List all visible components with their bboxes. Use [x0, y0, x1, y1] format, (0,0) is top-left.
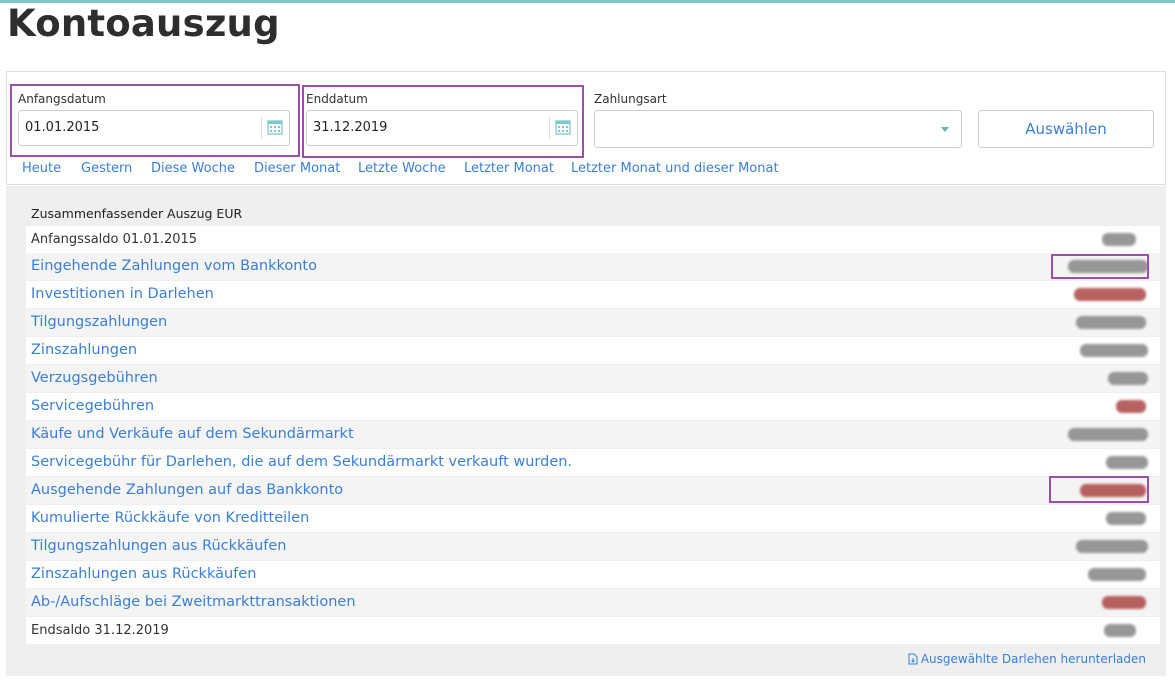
- redacted-value: [1076, 540, 1148, 553]
- end-date-value: 31.12.2019: [313, 120, 388, 135]
- row-link[interactable]: Investitionen in Darlehen: [31, 281, 214, 308]
- document-download-icon: [908, 653, 918, 665]
- quick-link-today[interactable]: Heute: [22, 161, 61, 176]
- calendar-icon[interactable]: [267, 119, 283, 135]
- redacted-value: [1080, 484, 1146, 497]
- summary-row-closing-balance: Endsaldo 31.12.2019: [26, 617, 1160, 644]
- start-date-label: Anfangsdatum: [18, 92, 106, 106]
- download-label: Ausgewählte Darlehen herunterladen: [920, 652, 1146, 666]
- summary-row-incoming[interactable]: Eingehende Zahlungen vom Bankkonto: [26, 253, 1160, 280]
- summary-row-interest[interactable]: Zinszahlungen: [26, 337, 1160, 364]
- summary-row-late-fees[interactable]: Verzugsgebühren: [26, 365, 1160, 392]
- redacted-value: [1080, 344, 1148, 357]
- summary-row-outgoing[interactable]: Ausgehende Zahlungen auf das Bankkonto: [26, 477, 1160, 504]
- summary-row-premiums[interactable]: Ab-/Aufschläge bei Zweitmarkttransaktion…: [26, 589, 1160, 616]
- payment-type-select[interactable]: [594, 110, 962, 148]
- row-link[interactable]: Eingehende Zahlungen vom Bankkonto: [31, 253, 317, 280]
- row-link[interactable]: Tilgungszahlungen: [31, 309, 167, 336]
- summary-row-buybacks[interactable]: Kumulierte Rückkäufe von Kreditteilen: [26, 505, 1160, 532]
- start-date-value: 01.01.2015: [25, 120, 100, 135]
- quick-link-last-and-this-month[interactable]: Letzter Monat und dieser Monat: [571, 161, 779, 176]
- row-link[interactable]: Ausgehende Zahlungen auf das Bankkonto: [31, 477, 343, 504]
- payment-type-label: Zahlungsart: [594, 92, 667, 106]
- quick-link-last-month[interactable]: Letzter Monat: [464, 161, 554, 176]
- summary-row-buyback-interest[interactable]: Zinszahlungen aus Rückkäufen: [26, 561, 1160, 588]
- redacted-value: [1106, 512, 1146, 525]
- row-link[interactable]: Verzugsgebühren: [31, 365, 158, 392]
- summary-row-buyback-principal[interactable]: Tilgungszahlungen aus Rückkäufen: [26, 533, 1160, 560]
- start-date-input[interactable]: 01.01.2015: [18, 110, 290, 146]
- quick-link-this-month[interactable]: Dieser Monat: [254, 161, 340, 176]
- redacted-value: [1068, 428, 1148, 441]
- redacted-value: [1116, 400, 1146, 413]
- divider: [261, 117, 262, 139]
- end-date-input[interactable]: 31.12.2019: [306, 110, 578, 146]
- redacted-value: [1068, 260, 1148, 273]
- row-link[interactable]: Zinszahlungen aus Rückkäufen: [31, 561, 256, 588]
- row-link[interactable]: Zinszahlungen: [31, 337, 137, 364]
- download-selected-loans-link[interactable]: Ausgewählte Darlehen herunterladen: [908, 652, 1146, 666]
- quick-link-this-week[interactable]: Diese Woche: [151, 161, 235, 176]
- redacted-value: [1088, 568, 1146, 581]
- redacted-value: [1106, 456, 1148, 469]
- summary-row-principal[interactable]: Tilgungszahlungen: [26, 309, 1160, 336]
- summary-row-secondary-market[interactable]: Käufe und Verkäufe auf dem Sekundärmarkt: [26, 421, 1160, 448]
- select-button[interactable]: Auswählen: [978, 110, 1154, 148]
- calendar-icon[interactable]: [555, 119, 571, 135]
- redacted-value: [1102, 596, 1146, 609]
- redacted-value: [1104, 624, 1136, 637]
- row-label: Anfangssaldo 01.01.2015: [31, 232, 198, 247]
- page-title: Kontoauszug: [7, 2, 280, 45]
- quick-link-last-week[interactable]: Letzte Woche: [358, 161, 446, 176]
- chevron-down-icon: [941, 127, 949, 132]
- quick-link-yesterday[interactable]: Gestern: [81, 161, 132, 176]
- summary-title: Zusammenfassender Auszug EUR: [31, 206, 243, 221]
- redacted-value: [1108, 372, 1148, 385]
- summary-panel: Zusammenfassender Auszug EUR Anfangssald…: [6, 186, 1166, 676]
- divider: [549, 117, 550, 139]
- end-date-label: Enddatum: [306, 92, 368, 106]
- row-link[interactable]: Servicegebühr für Darlehen, die auf dem …: [31, 449, 572, 476]
- redacted-value: [1074, 288, 1146, 301]
- redacted-value: [1102, 233, 1136, 246]
- summary-row-secondary-fee[interactable]: Servicegebühr für Darlehen, die auf dem …: [26, 449, 1160, 476]
- summary-row-opening-balance: Anfangssaldo 01.01.2015: [26, 226, 1160, 253]
- row-link[interactable]: Kumulierte Rückkäufe von Kreditteilen: [31, 505, 309, 532]
- redacted-value: [1076, 316, 1146, 329]
- row-link[interactable]: Ab-/Aufschläge bei Zweitmarkttransaktion…: [31, 589, 356, 616]
- row-label: Endsaldo 31.12.2019: [31, 623, 169, 638]
- summary-row-service-fees[interactable]: Servicegebühren: [26, 393, 1160, 420]
- row-link[interactable]: Servicegebühren: [31, 393, 154, 420]
- row-link[interactable]: Käufe und Verkäufe auf dem Sekundärmarkt: [31, 421, 354, 448]
- summary-row-investments[interactable]: Investitionen in Darlehen: [26, 281, 1160, 308]
- row-link[interactable]: Tilgungszahlungen aus Rückkäufen: [31, 533, 287, 560]
